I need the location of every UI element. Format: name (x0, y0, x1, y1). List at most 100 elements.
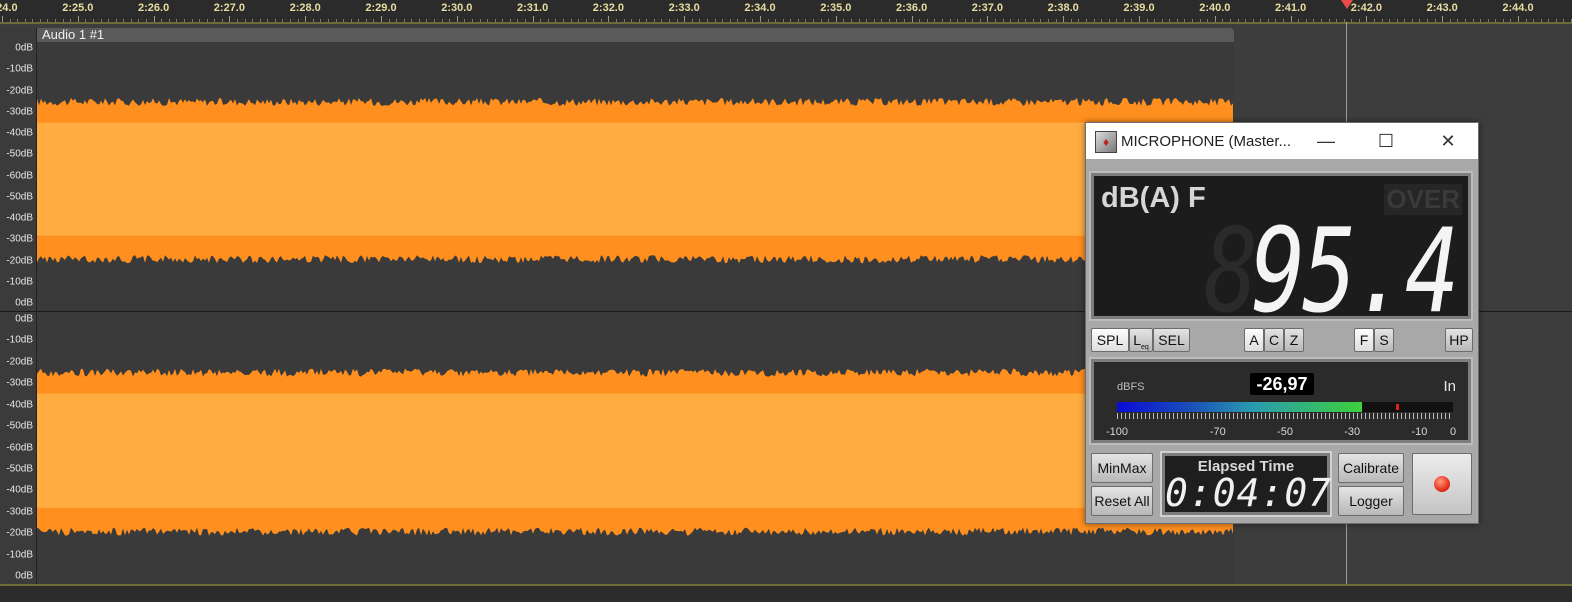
z-weighting-button[interactable]: Z (1284, 328, 1304, 352)
db-scale-label: 0dB (15, 297, 33, 309)
ruler-minor-tick (434, 19, 436, 22)
ruler-minor-tick (471, 19, 473, 22)
dbfs-tick-label: -50 (1277, 426, 1293, 438)
ruler-minor-tick (1419, 19, 1421, 22)
ruler-minor-tick (1032, 19, 1034, 22)
leq-button[interactable]: Leq (1129, 328, 1153, 352)
ruler-minor-tick (1555, 19, 1557, 22)
db-scale-label: -50dB (6, 463, 33, 475)
db-scale-label: 0dB (15, 42, 33, 54)
ruler-tick (1442, 16, 1444, 22)
record-button[interactable] (1412, 453, 1472, 515)
db-scale-label: 0dB (15, 313, 33, 325)
ruler-minor-tick (108, 19, 110, 22)
c-weighting-button[interactable]: C (1264, 328, 1284, 352)
ruler-minor-tick (767, 19, 769, 22)
reset-all-button[interactable]: Reset All (1091, 486, 1153, 516)
hp-button[interactable]: HP (1445, 328, 1473, 352)
dbfs-level-bar (1117, 402, 1453, 412)
dbfs-tick-label: -100 (1105, 426, 1129, 438)
ruler-minor-tick (267, 19, 269, 22)
ruler-minor-tick (593, 19, 595, 22)
logger-button[interactable]: Logger (1338, 486, 1404, 516)
ruler-minor-tick (1328, 19, 1330, 22)
ruler-minor-tick (47, 19, 49, 22)
ruler-minor-tick (1495, 19, 1497, 22)
ruler-label: 2:31.0 (516, 2, 549, 14)
db-scale-label: -20dB (6, 85, 33, 96)
ruler-minor-tick (562, 19, 564, 22)
ruler-tick (456, 16, 458, 22)
ruler-minor-tick (388, 19, 390, 22)
ruler-minor-tick (1199, 19, 1201, 22)
ruler-minor-tick (1108, 19, 1110, 22)
sound-level-meter-window[interactable]: ♦ MICROPHONE (Master... — ☐ ✕ 8 dB(A) F … (1085, 122, 1479, 524)
ruler-minor-tick (1320, 19, 1322, 22)
ruler-minor-tick (600, 19, 602, 22)
minmax-button[interactable]: MinMax (1091, 453, 1153, 483)
ruler-label: 2:42.0 (1350, 2, 1382, 14)
ruler-minor-tick (39, 19, 41, 22)
ruler-minor-tick (1017, 19, 1019, 22)
ruler-minor-tick (487, 19, 489, 22)
window-titlebar[interactable]: ♦ MICROPHONE (Master... — ☐ ✕ (1086, 123, 1478, 159)
ruler-tick (1214, 16, 1216, 22)
db-scale-label: 0dB (15, 570, 33, 582)
fast-button[interactable]: F (1354, 328, 1374, 352)
ruler-minor-tick (828, 19, 830, 22)
ruler-minor-tick (24, 19, 26, 22)
ruler-tick (684, 16, 686, 22)
ruler-minor-tick (1381, 19, 1383, 22)
ruler-minor-tick (919, 19, 921, 22)
ruler-minor-tick (1404, 19, 1406, 22)
leq-subscript: eq (1141, 343, 1149, 351)
ruler-label: 2:30.0 (441, 2, 473, 14)
minimize-button[interactable]: — (1308, 128, 1344, 154)
db-scale-label: -50dB (6, 420, 33, 432)
ruler-minor-tick (411, 19, 413, 22)
ruler-minor-tick (396, 19, 398, 22)
db-scale-label: -30dB (6, 506, 33, 518)
elapsed-time-display: Elapsed Time 0:04:07 (1160, 451, 1332, 517)
maximize-button[interactable]: ☐ (1368, 128, 1404, 154)
ruler-minor-tick (92, 19, 94, 22)
spl-button[interactable]: SPL (1091, 328, 1129, 352)
db-scale-label: -20dB (6, 255, 33, 266)
ruler-minor-tick (646, 19, 648, 22)
ruler-tick (1366, 16, 1368, 22)
slow-button[interactable]: S (1374, 328, 1394, 352)
ruler-minor-tick (449, 19, 451, 22)
ruler-tick (1290, 16, 1292, 22)
ruler-minor-tick (115, 19, 117, 22)
ruler-tick (2, 16, 3, 22)
ruler-minor-tick (365, 19, 367, 22)
clip-header[interactable]: Audio 1 #1 (37, 27, 1234, 42)
ruler-minor-tick (183, 19, 185, 22)
db-scale-label: -40dB (6, 127, 33, 139)
ruler-minor-tick (1396, 19, 1398, 22)
timeline-ruler[interactable]: 2:24.0 2:25.0 2:26.0 2:27.0 2:28.0 2:29.0 2:30… (0, 0, 1572, 24)
ruler-minor-tick (1010, 19, 1012, 22)
close-button[interactable]: ✕ (1430, 128, 1466, 154)
ruler-label: 2:29.0 (365, 2, 397, 14)
ruler-minor-tick (706, 19, 708, 22)
ruler-minor-tick (1085, 19, 1087, 22)
ruler-minor-tick (199, 19, 201, 22)
ruler-minor-tick (578, 19, 580, 22)
ruler-minor-tick (775, 19, 777, 22)
ruler-minor-tick (638, 19, 640, 22)
db-scale-label: -30dB (6, 233, 33, 245)
window-title: MICROPHONE (Master... (1121, 133, 1292, 150)
ruler-minor-tick (168, 19, 170, 22)
sel-button[interactable]: SEL (1153, 328, 1190, 352)
ruler-tick (77, 16, 79, 22)
ruler-label: 2:43.0 (1426, 2, 1458, 14)
ruler-minor-tick (964, 19, 966, 22)
ruler-tick (760, 16, 761, 22)
calibrate-button[interactable]: Calibrate (1338, 453, 1404, 483)
audio-clip[interactable]: Audio 1 #1 (37, 27, 1234, 584)
ruler-minor-tick (1373, 19, 1375, 22)
a-weighting-button[interactable]: A (1244, 328, 1264, 352)
ruler-minor-tick (221, 19, 223, 22)
ruler-minor-tick (843, 19, 845, 22)
